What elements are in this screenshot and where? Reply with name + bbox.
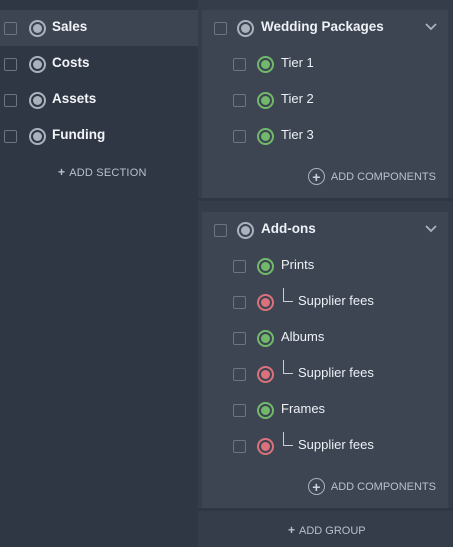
sub-component-row[interactable]: Supplier fees [202,356,448,392]
section-radio-icon [29,92,46,109]
cost-radio-icon [257,294,274,311]
component-checkbox[interactable] [233,94,246,107]
group-title: Wedding Packages [261,19,384,34]
section-radio-icon [29,128,46,145]
component-label: Supplier fees [298,293,374,308]
revenue-radio-icon [257,402,274,419]
group-card-add-ons: Add-ons Prints Supplier fees Albums Supp… [202,212,448,508]
group-header[interactable]: Add-ons [202,212,448,248]
sub-component-row[interactable]: Supplier fees [202,428,448,464]
component-checkbox[interactable] [233,296,246,309]
sidebar-item-assets[interactable]: Assets [0,82,198,118]
component-checkbox[interactable] [233,332,246,345]
sidebar-item-funding[interactable]: Funding [0,118,198,154]
plus-icon: + [58,165,66,179]
sidebar-item-label: Sales [52,19,88,34]
group-divider [198,198,453,201]
component-row[interactable]: Prints [202,248,448,284]
add-group-button[interactable]: + ADD GROUP [288,523,366,537]
sidebar-item-checkbox[interactable] [4,130,17,143]
component-checkbox[interactable] [233,260,246,273]
revenue-radio-icon [257,258,274,275]
add-components-label: ADD COMPONENTS [330,170,436,183]
component-row[interactable]: Frames [202,392,448,428]
section-radio-icon [29,20,46,37]
component-checkbox[interactable] [233,440,246,453]
tree-connector-icon [283,432,293,446]
sidebar-item-costs[interactable]: Costs [0,46,198,82]
revenue-radio-icon [257,330,274,347]
sub-component-row[interactable]: Supplier fees [202,284,448,320]
group-checkbox[interactable] [214,224,227,237]
group-card-wedding-packages: Wedding Packages Tier 1 Tier 2 Tier 3 + … [202,10,448,198]
add-group-label: ADD GROUP [299,525,366,537]
component-row[interactable]: Tier 3 [202,118,448,154]
component-label: Tier 1 [281,55,314,70]
section-sidebar: Sales Costs Assets Funding + ADD SECTION [0,0,198,547]
group-checkbox[interactable] [214,22,227,35]
component-checkbox[interactable] [233,130,246,143]
chevron-down-icon[interactable] [424,224,438,234]
component-row[interactable]: Tier 2 [202,82,448,118]
component-label: Supplier fees [298,365,374,380]
tree-connector-icon [283,288,293,302]
groups-panel: Wedding Packages Tier 1 Tier 2 Tier 3 + … [198,0,453,547]
add-section-label: ADD SECTION [69,167,147,179]
group-title: Add-ons [261,221,316,236]
component-label: Prints [281,257,315,272]
revenue-radio-icon [257,128,274,145]
sidebar-item-checkbox[interactable] [4,22,17,35]
add-components-button[interactable]: + ADD COMPONENTS [307,168,436,185]
revenue-radio-icon [257,56,274,73]
sidebar-item-label: Funding [52,127,106,142]
group-radio-icon [237,222,254,239]
component-label: Albums [281,329,325,344]
add-components-label: ADD COMPONENTS [330,480,436,493]
group-divider [198,508,453,511]
sidebar-item-label: Assets [52,91,97,106]
plus-icon: + [288,523,296,537]
group-header[interactable]: Wedding Packages [202,10,448,46]
sidebar-item-checkbox[interactable] [4,58,17,71]
component-label: Supplier fees [298,437,374,452]
cost-radio-icon [257,438,274,455]
tree-connector-icon [283,360,293,374]
revenue-radio-icon [257,92,274,109]
sidebar-item-sales[interactable]: Sales [0,10,198,46]
chevron-down-icon[interactable] [424,22,438,32]
add-section-button[interactable]: + ADD SECTION [58,165,147,179]
component-label: Tier 3 [281,127,314,142]
group-radio-icon [237,20,254,37]
component-checkbox[interactable] [233,58,246,71]
plus-circle-icon: + [307,168,325,185]
component-row[interactable]: Albums [202,320,448,356]
component-checkbox[interactable] [233,368,246,381]
sidebar-item-label: Costs [52,55,90,70]
section-radio-icon [29,56,46,73]
cost-radio-icon [257,366,274,383]
component-label: Tier 2 [281,91,314,106]
component-label: Frames [281,401,326,416]
plus-circle-icon: + [307,478,325,495]
add-components-button[interactable]: + ADD COMPONENTS [307,478,436,495]
sidebar-item-checkbox[interactable] [4,94,17,107]
component-row[interactable]: Tier 1 [202,46,448,82]
component-checkbox[interactable] [233,404,246,417]
